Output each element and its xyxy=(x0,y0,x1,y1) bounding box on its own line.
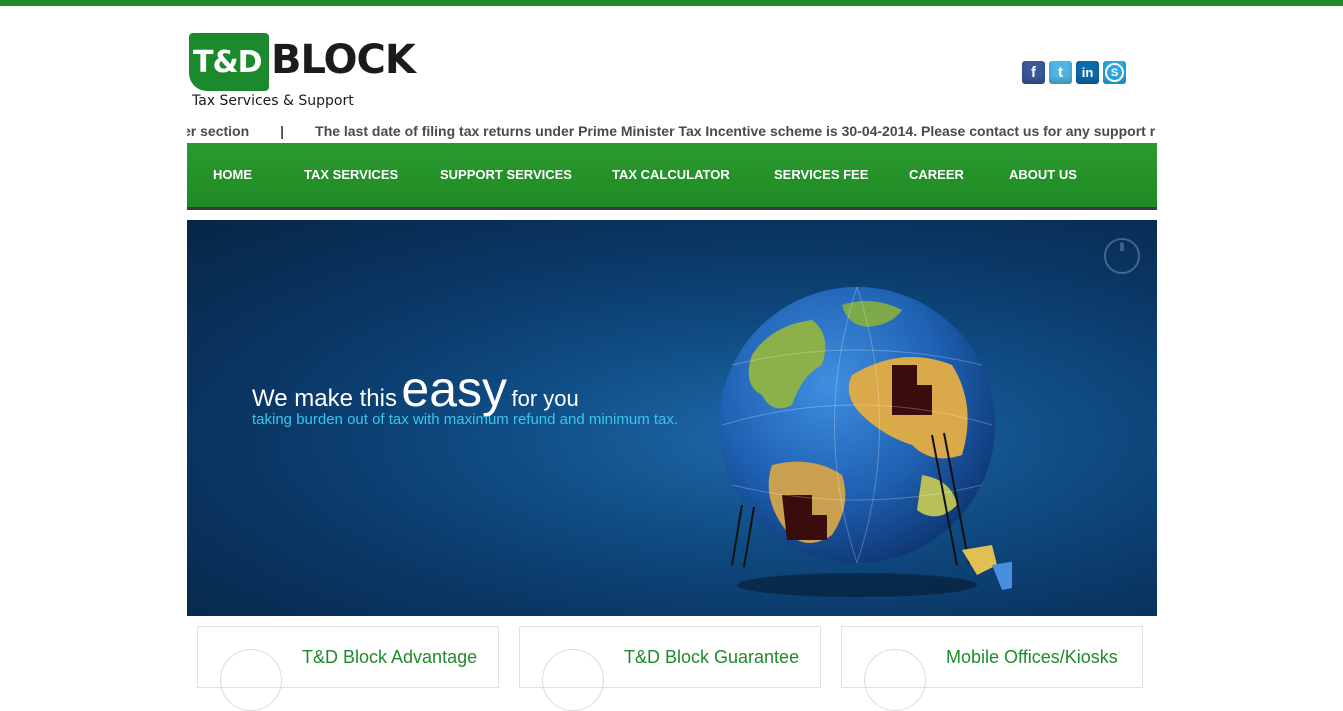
nav-home[interactable]: HOME xyxy=(213,167,252,182)
feature-icon xyxy=(864,649,926,711)
site-logo[interactable]: T&D BLOCK Tax Services & Support xyxy=(189,33,416,113)
facebook-glyph: f xyxy=(1031,64,1036,81)
nav-about-us[interactable]: ABOUT US xyxy=(1009,167,1077,182)
social-links: f t in S xyxy=(1022,61,1126,84)
ticker-text-a[interactable]: er section xyxy=(187,123,249,139)
feature-guarantee[interactable]: T&D Block Guarantee xyxy=(519,626,821,711)
banner-headline: We make this easy for you xyxy=(252,360,579,418)
puzzle-globe-image xyxy=(719,286,1012,597)
feature-icon xyxy=(542,649,604,711)
banner-subheadline: taking burden out of tax with maximum re… xyxy=(252,411,679,428)
feature-advantage[interactable]: T&D Block Advantage xyxy=(197,626,499,711)
slider-pause-icon[interactable]: ‖ xyxy=(1104,238,1140,274)
main-nav: HOME TAX SERVICES SUPPORT SERVICES TAX C… xyxy=(187,143,1157,210)
linkedin-icon[interactable]: in xyxy=(1076,61,1099,84)
twitter-icon[interactable]: t xyxy=(1049,61,1072,84)
headline-emphasis: easy xyxy=(401,361,508,417)
logo-mark: T&D xyxy=(189,33,269,91)
headline-start: We make this xyxy=(252,385,397,412)
nav-support-services[interactable]: SUPPORT SERVICES xyxy=(440,167,572,182)
logo-tagline: Tax Services & Support xyxy=(192,93,354,109)
twitter-glyph: t xyxy=(1058,64,1063,81)
news-ticker: er section | The last date of filing tax r… xyxy=(187,122,1157,142)
nav-services-fee[interactable]: SERVICES FEE xyxy=(774,167,868,182)
feature-icon xyxy=(220,649,282,711)
ticker-track: er section | The last date of filing tax r… xyxy=(187,123,1155,139)
linkedin-glyph: in xyxy=(1081,65,1094,80)
hero-banner[interactable]: We make this easy for you taking burden … xyxy=(187,220,1157,616)
nav-tax-services[interactable]: TAX SERVICES xyxy=(304,167,398,182)
logo-mark-text: T&D xyxy=(193,45,263,80)
feature-title: T&D Block Guarantee xyxy=(624,647,800,667)
feature-title: Mobile Offices/Kiosks xyxy=(946,647,1118,667)
headline-end: for you xyxy=(511,386,579,411)
feature-title: T&D Block Advantage xyxy=(302,647,478,667)
top-accent-strip xyxy=(0,0,1343,6)
facebook-icon[interactable]: f xyxy=(1022,61,1045,84)
ticker-text-b[interactable]: The last date of filing tax returns unde… xyxy=(315,123,1155,139)
feature-mobile-offices[interactable]: Mobile Offices/Kiosks xyxy=(841,626,1143,711)
nav-career[interactable]: CAREER xyxy=(909,167,964,182)
skype-icon[interactable]: S xyxy=(1103,61,1126,84)
ticker-separator: | xyxy=(280,123,285,139)
nav-tax-calculator[interactable]: TAX CALCULATOR xyxy=(612,167,730,182)
skype-glyph: S xyxy=(1105,63,1124,82)
logo-name: BLOCK xyxy=(271,37,416,83)
